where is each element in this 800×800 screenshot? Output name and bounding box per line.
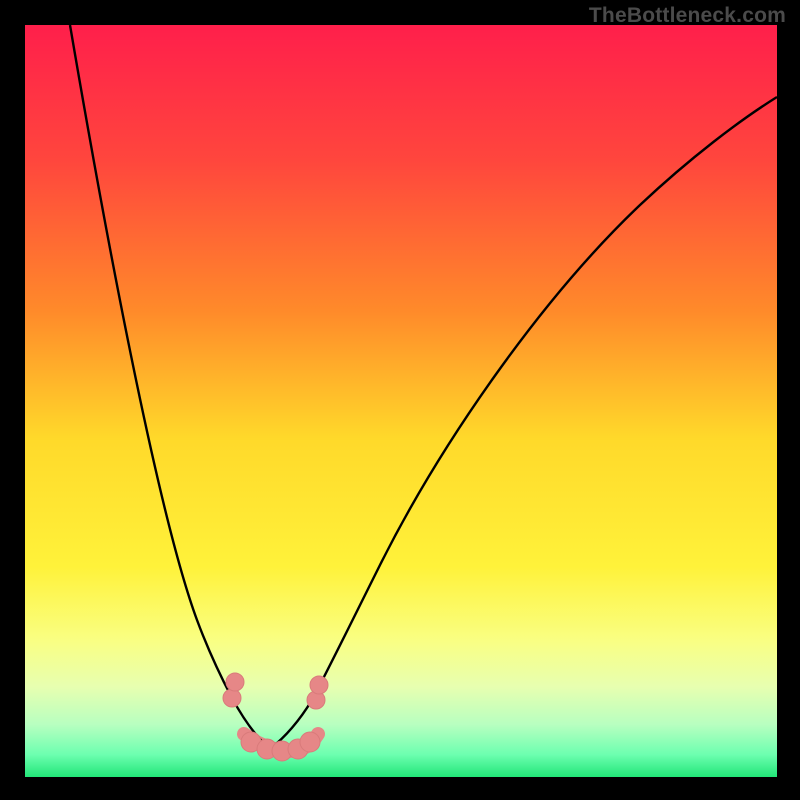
curve-marker [226, 673, 244, 691]
curve-marker [310, 676, 328, 694]
curve-marker [300, 732, 320, 752]
chart-stage: TheBottleneck.com [0, 0, 800, 800]
watermark-text: TheBottleneck.com [589, 4, 786, 28]
curve-marker [223, 689, 241, 707]
plot-background [25, 25, 777, 777]
chart-svg [0, 0, 800, 800]
